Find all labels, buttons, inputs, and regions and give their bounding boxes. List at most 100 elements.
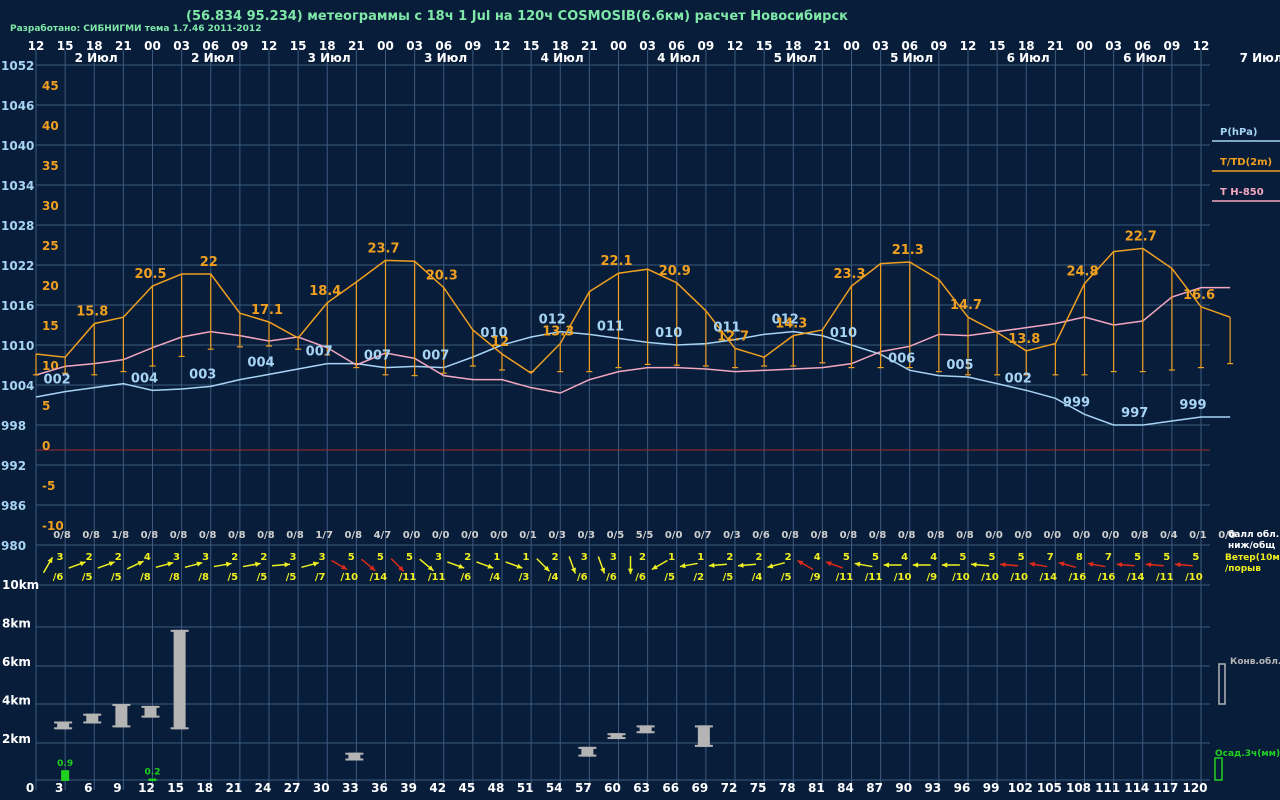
- temperature-value-label: 20.9: [659, 264, 691, 279]
- precip-bar: [61, 770, 70, 781]
- cloud-cover-label: 0/7: [694, 530, 712, 541]
- cloud-cover-label: 0/0: [1073, 530, 1091, 541]
- temperature-value-label: 22: [200, 255, 218, 270]
- cloud-cover-label: 0/8: [898, 530, 916, 541]
- precip-value-label: 0.2: [145, 768, 161, 778]
- forecast-hour-label: 72: [721, 781, 738, 795]
- hour-tick-label: 00: [1076, 39, 1093, 53]
- convective-cloud-base: [54, 727, 73, 730]
- forecast-hour-label: 12: [138, 781, 155, 795]
- hour-tick-label: 12: [1193, 39, 1210, 53]
- page-title: (56.834 95.234) метеограммы с 18ч 1 Jul …: [186, 9, 848, 24]
- hour-tick-label: 12: [261, 39, 278, 53]
- hour-tick-label: 12: [960, 39, 977, 53]
- cloud-cover-label: 5/5: [636, 530, 654, 541]
- cloud-cover-label: 0/1: [1189, 530, 1207, 541]
- temperature-tick-label: -5: [42, 479, 55, 493]
- wind-gust-label: /10: [340, 572, 358, 583]
- forecast-hour-label: 51: [517, 781, 534, 795]
- convective-cloud-base: [112, 725, 131, 728]
- pressure-value-label: 011: [597, 319, 624, 334]
- forecast-hour-label: 45: [459, 781, 476, 795]
- wind-speed-label: 2: [115, 552, 122, 563]
- convective-cloud-top: [112, 703, 131, 706]
- temperature-value-label: 15.8: [76, 305, 108, 320]
- wind-speed-label: 4: [144, 552, 151, 563]
- forecast-hour-label: 84: [837, 781, 854, 795]
- date-label: 2 Июл: [75, 51, 118, 65]
- wind-speed-label: 5: [872, 552, 879, 563]
- forecast-hour-label: 81: [808, 781, 825, 795]
- wind-speed-label: 5: [348, 552, 355, 563]
- temperature-value-label: 21.3: [892, 243, 924, 258]
- wind-gust-label: /5: [227, 572, 238, 583]
- wind-gust-label: /6: [577, 572, 588, 583]
- pressure-tick-label: 980: [1, 539, 26, 553]
- wind-gust-label: /10: [952, 572, 970, 583]
- date-label: 6 Июл: [1123, 51, 1166, 65]
- cloud-cover-label: 0/8: [781, 530, 799, 541]
- pressure-tick-label: 1034: [1, 179, 34, 193]
- cloud-cover-label: 0/0: [1043, 530, 1061, 541]
- hour-tick-label: 15: [57, 39, 74, 53]
- date-label: 6 Июл: [1007, 51, 1050, 65]
- temperature-tick-label: 0: [42, 439, 50, 453]
- wind-speed-label: 5: [1134, 552, 1141, 563]
- temperature-tick-label: 35: [42, 159, 59, 173]
- cloud-cover-label: 0/4: [1160, 530, 1178, 541]
- wind-speed-label: 7: [1047, 552, 1054, 563]
- legend-label: P(hPa): [1220, 127, 1257, 138]
- pressure-value-label: 997: [1121, 406, 1148, 421]
- wind-speed-label: 1: [523, 552, 530, 563]
- forecast-hour-label: 117: [1153, 781, 1178, 795]
- temperature-value-label: 16.6: [1183, 288, 1215, 303]
- hour-tick-label: 15: [989, 39, 1006, 53]
- wind-gust-label: /7: [315, 572, 326, 583]
- cloud-side-label: ниж/общ: [1228, 540, 1275, 551]
- forecast-hour-label: 30: [313, 781, 330, 795]
- wind-gust-label: /10: [981, 572, 999, 583]
- temperature-value-label: 20.5: [134, 267, 166, 282]
- cloud-cover-label: 0/8: [1131, 530, 1149, 541]
- forecast-hour-label: 108: [1066, 781, 1091, 795]
- hour-tick-label: 03: [872, 39, 889, 53]
- pressure-value-label: 007: [364, 349, 391, 364]
- temperature-tick-label: 30: [42, 199, 59, 213]
- convective-cloud-top: [54, 721, 73, 724]
- temperature-value-label: 18.4: [309, 284, 341, 299]
- wind-speed-label: 2: [756, 552, 763, 563]
- height-tick-label: 6km: [2, 655, 31, 669]
- precip-bar: [148, 778, 157, 781]
- pressure-value-label: 002: [44, 373, 71, 388]
- pressure-tick-label: 1028: [1, 219, 34, 233]
- wind-gust-label: /8: [169, 572, 180, 583]
- forecast-hour-label: 66: [662, 781, 679, 795]
- date-label: 5 Июл: [774, 51, 817, 65]
- wind-speed-label: 1: [697, 552, 704, 563]
- hour-tick-label: 00: [843, 39, 860, 53]
- forecast-hour-label: 54: [546, 781, 563, 795]
- temperature-tick-label: 5: [42, 399, 50, 413]
- cloud-cover-label: 0/3: [723, 530, 741, 541]
- wind-speed-label: 3: [173, 552, 180, 563]
- hour-tick-label: 03: [173, 39, 190, 53]
- wind-speed-label: 4: [930, 552, 937, 563]
- wind-speed-label: 2: [552, 552, 559, 563]
- wind-gust-label: /14: [1039, 572, 1057, 583]
- forecast-hour-label: 57: [575, 781, 592, 795]
- pressure-tick-label: 1016: [1, 299, 34, 313]
- temperature-value-label: 22.1: [600, 254, 632, 269]
- pressure-tick-label: 1046: [1, 99, 34, 113]
- wind-speed-label: 2: [464, 552, 471, 563]
- pressure-value-label: 999: [1063, 395, 1090, 410]
- wind-speed-label: 1: [668, 552, 675, 563]
- wind-gust-label: /8: [140, 572, 151, 583]
- forecast-hour-label: 114: [1124, 781, 1149, 795]
- temperature-value-label: 12: [491, 335, 509, 350]
- temperature-value-label: 17.1: [251, 303, 283, 318]
- convective-cloud-top: [345, 752, 364, 755]
- forecast-hour-label: 87: [866, 781, 883, 795]
- wind-speed-label: 2: [639, 552, 646, 563]
- wind-gust-label: /10: [894, 572, 912, 583]
- forecast-hour-label: 27: [284, 781, 301, 795]
